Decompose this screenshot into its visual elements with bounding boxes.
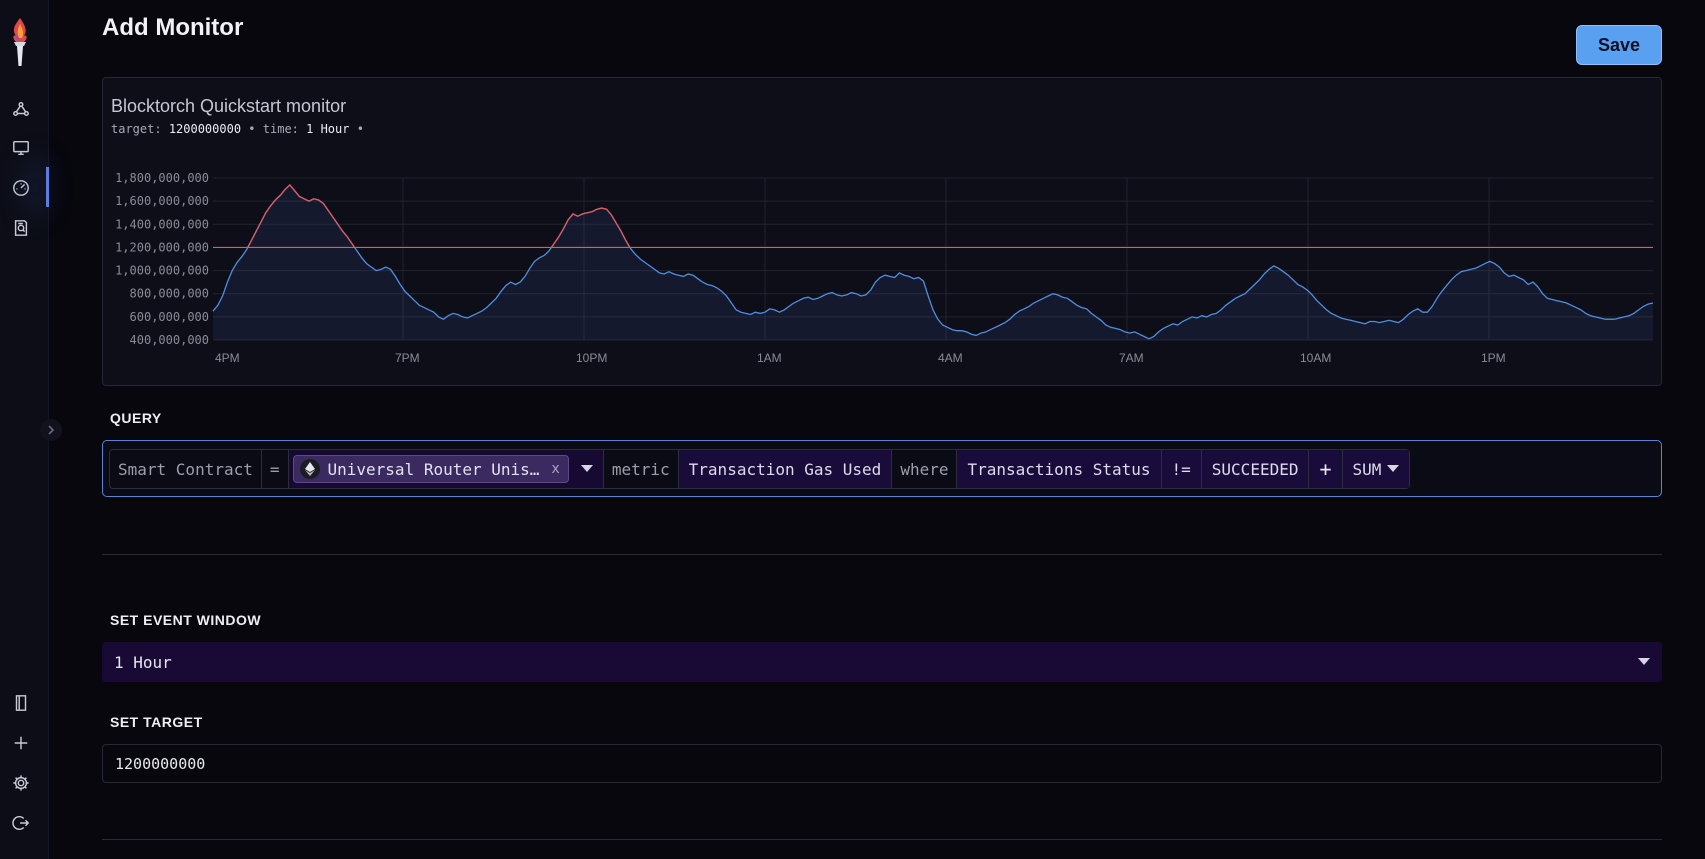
- target-section-label: SET TARGET: [110, 714, 203, 730]
- aggregation-select[interactable]: SUM: [1342, 450, 1410, 488]
- ethereum-icon: [299, 459, 320, 479]
- desktop-icon[interactable]: [10, 137, 32, 159]
- logout-icon[interactable]: [10, 812, 32, 834]
- document-search-icon[interactable]: [10, 217, 32, 239]
- x-tick-label: 10PM: [576, 351, 607, 365]
- x-tick-label: 7AM: [1119, 351, 1144, 365]
- target-label: target:: [111, 122, 162, 136]
- query-contract-select[interactable]: Universal Router Unis… x: [288, 450, 604, 488]
- query-row: Smart Contract = Universal Router Unis… …: [109, 449, 1411, 489]
- network-icon[interactable]: [10, 98, 32, 120]
- target-input[interactable]: [102, 744, 1662, 783]
- caret-down-icon[interactable]: [580, 465, 593, 473]
- chart-card: Blocktorch Quickstart monitor target: 12…: [102, 77, 1662, 386]
- query-condition-value[interactable]: SUCCEEDED: [1201, 450, 1310, 488]
- query-operator[interactable]: =: [262, 450, 289, 488]
- event-window-select[interactable]: 1 Hour: [102, 642, 1662, 682]
- chart-meta: target: 1200000000 • time: 1 Hour •: [111, 122, 364, 136]
- y-tick-label: 1,800,000,000: [115, 171, 209, 185]
- query-section-label: QUERY: [110, 410, 162, 426]
- page-title: Add Monitor: [102, 14, 244, 41]
- contract-chip[interactable]: Universal Router Unis… x: [292, 455, 569, 483]
- query-field-label[interactable]: Smart Contract: [110, 450, 262, 488]
- query-where-label: where: [892, 450, 958, 488]
- sidebar: [0, 0, 62, 859]
- add-condition-button[interactable]: +: [1309, 450, 1343, 488]
- event-window-value: 1 Hour: [114, 652, 172, 672]
- book-icon[interactable]: [10, 692, 32, 714]
- nav-active-indicator: [46, 167, 49, 207]
- gear-icon[interactable]: [10, 772, 32, 794]
- x-tick-label: 10AM: [1300, 351, 1331, 365]
- y-tick-label: 1,400,000,000: [115, 217, 209, 231]
- x-tick-label: 7PM: [395, 351, 420, 365]
- chevron-right-icon: [48, 425, 55, 435]
- aggregation-value: SUM: [1352, 459, 1382, 479]
- x-tick-label: 4PM: [215, 351, 240, 365]
- caret-down-icon: [1387, 465, 1400, 472]
- y-tick-label: 1,600,000,000: [115, 194, 209, 208]
- chip-close-icon[interactable]: x: [551, 461, 559, 477]
- save-button[interactable]: Save: [1576, 25, 1662, 65]
- x-tick-label: 4AM: [938, 351, 963, 365]
- y-tick-label: 800,000,000: [130, 287, 209, 301]
- sidebar-collapse-toggle[interactable]: [40, 419, 62, 441]
- event-window-section-label: SET EVENT WINDOW: [110, 612, 262, 628]
- y-tick-label: 400,000,000: [130, 333, 209, 347]
- y-tick-label: 1,000,000,000: [115, 264, 209, 278]
- divider: [102, 839, 1662, 840]
- torch-logo-icon[interactable]: [8, 16, 32, 68]
- chart-title: Blocktorch Quickstart monitor: [111, 96, 347, 116]
- x-tick-label: 1PM: [1481, 351, 1506, 365]
- meta-separator: •: [248, 122, 256, 136]
- time-label: time:: [262, 122, 299, 136]
- time-value: 1 Hour: [306, 122, 350, 136]
- line-chart: 1,800,000,000 1,600,000,000 1,400,000,000 1…: [115, 171, 1654, 365]
- meta-separator: •: [356, 122, 364, 136]
- divider: [102, 554, 1662, 555]
- query-condition-field[interactable]: Transactions Status: [957, 450, 1162, 488]
- query-condition-operator[interactable]: !=: [1161, 450, 1202, 488]
- y-tick-label: 600,000,000: [130, 310, 209, 324]
- gauge-icon[interactable]: [10, 177, 32, 199]
- plus-icon[interactable]: [10, 732, 32, 754]
- target-value: 1200000000: [168, 122, 242, 136]
- caret-down-icon: [1638, 658, 1650, 665]
- x-tick-label: 1AM: [757, 351, 782, 365]
- y-tick-label: 1,200,000,000: [115, 240, 209, 254]
- contract-chip-label: Universal Router Unis…: [327, 459, 540, 479]
- series-area: [213, 184, 1653, 340]
- query-builder: Smart Contract = Universal Router Unis… …: [102, 440, 1662, 497]
- query-metric-value[interactable]: Transaction Gas Used: [678, 450, 893, 488]
- query-metric-label: metric: [604, 450, 679, 488]
